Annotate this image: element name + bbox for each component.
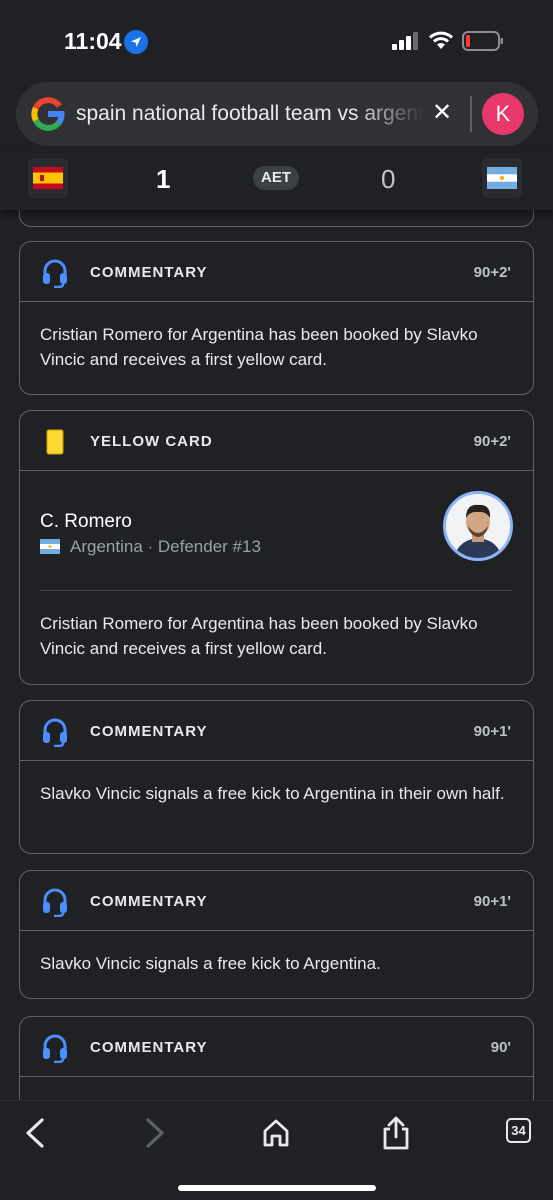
headset-icon — [42, 1033, 68, 1068]
home-indicator — [178, 1185, 376, 1191]
headset-icon — [42, 258, 68, 293]
yellow-card-icon — [46, 429, 64, 460]
spain-flag-icon — [28, 158, 68, 198]
previous-card — [19, 210, 534, 227]
commentary-card: COMMENTARY 90+1' Slavko Vincic signals a… — [19, 870, 534, 999]
card-type-label: COMMENTARY — [90, 723, 208, 740]
cellular-signal-icon — [392, 32, 420, 55]
event-minute: 90+1' — [473, 723, 511, 740]
search-divider — [470, 96, 472, 132]
commentary-card: COMMENTARY 90+1' Slavko Vincic signals a… — [19, 700, 534, 854]
clear-search-button[interactable]: ✕ — [428, 99, 456, 127]
search-bar[interactable]: spain national football team vs argentin… — [16, 82, 538, 146]
commentary-text: Cristian Romero for Argentina has been b… — [40, 325, 478, 369]
match-timeline-feed[interactable]: COMMENTARY 90+2' Cristian Romero for Arg… — [0, 210, 553, 1100]
home-score: 1 — [156, 164, 171, 194]
commentary-text: Slavko Vincic signals a free kick to Arg… — [40, 784, 505, 803]
headset-icon — [42, 717, 68, 752]
share-button[interactable] — [376, 1115, 416, 1151]
status-bar: 11:04 — [0, 0, 553, 80]
player-photo[interactable] — [443, 491, 513, 561]
match-scoreboard[interactable]: 1 AET 0 — [0, 148, 553, 210]
tabs-button[interactable]: 34 — [506, 1118, 531, 1143]
commentary-text: Slavko Vincic signals a free kick to Arg… — [40, 954, 381, 973]
argentina-flag-icon — [40, 539, 60, 559]
argentina-flag-icon — [482, 158, 522, 198]
event-minute: 90+2' — [473, 264, 511, 281]
home-button[interactable] — [256, 1115, 296, 1151]
commentary-card: COMMENTARY 90' — [19, 1016, 534, 1100]
battery-low-icon — [462, 31, 504, 56]
card-header: YELLOW CARD 90+2' — [20, 411, 533, 471]
card-type-label: COMMENTARY — [90, 893, 208, 910]
card-type-label: YELLOW CARD — [90, 433, 213, 450]
google-logo-icon — [30, 96, 66, 132]
event-minute: 90+1' — [473, 893, 511, 910]
player-meta: Argentina · Defender #13 — [40, 537, 261, 559]
location-arrow-icon — [124, 30, 148, 54]
match-status-badge: AET — [253, 166, 299, 190]
card-type-label: COMMENTARY — [90, 264, 208, 281]
player-row[interactable]: C. Romero Argentina · Defender #13 — [40, 471, 513, 591]
search-input[interactable]: spain national football team vs argentin… — [76, 102, 424, 126]
card-header: COMMENTARY 90+1' — [20, 701, 533, 761]
card-header: COMMENTARY 90+1' — [20, 871, 533, 931]
event-minute: 90+2' — [473, 433, 511, 450]
status-time: 11:04 — [64, 28, 122, 54]
away-score: 0 — [381, 164, 396, 194]
event-description: Cristian Romero for Argentina has been b… — [40, 614, 478, 658]
event-minute: 90' — [490, 1039, 511, 1056]
back-button[interactable] — [16, 1115, 56, 1151]
commentary-card: COMMENTARY 90+2' Cristian Romero for Arg… — [19, 241, 534, 395]
forward-button[interactable] — [134, 1115, 174, 1151]
card-header: COMMENTARY 90' — [20, 1017, 533, 1077]
player-team-position: Argentina · Defender #13 — [70, 537, 261, 556]
headset-icon — [42, 887, 68, 922]
yellow-card-event-card: YELLOW CARD 90+2' C. Romero Argentina · … — [19, 410, 534, 685]
account-avatar[interactable]: K — [482, 93, 524, 135]
browser-toolbar: 34 — [0, 1100, 553, 1200]
wifi-icon — [428, 30, 454, 55]
card-type-label: COMMENTARY — [90, 1039, 208, 1056]
player-name[interactable]: C. Romero — [40, 511, 132, 533]
card-header: COMMENTARY 90+2' — [20, 242, 533, 302]
